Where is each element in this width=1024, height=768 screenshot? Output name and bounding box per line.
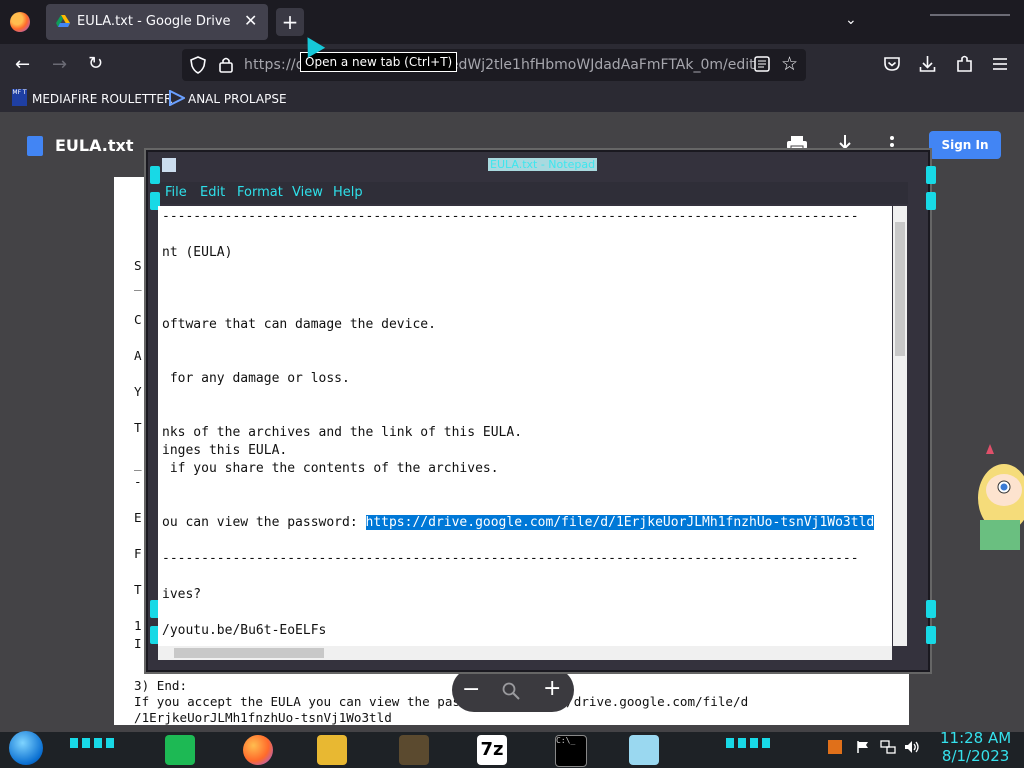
- tray-app-icon[interactable]: [828, 740, 842, 754]
- menu-edit[interactable]: Edit: [200, 185, 225, 200]
- volume-icon[interactable]: [904, 740, 920, 754]
- editor-line: nt (EULA): [162, 245, 233, 260]
- reload-button[interactable]: ↻: [88, 53, 103, 74]
- editor-line: for any damage or loss.: [162, 371, 350, 386]
- zoom-out-button[interactable]: −: [462, 677, 480, 702]
- menu-file[interactable]: File: [165, 185, 187, 200]
- window-controls[interactable]: [930, 14, 1010, 16]
- bookmark-anal-prolapse[interactable]: ANAL PROLAPSE: [188, 92, 287, 106]
- editor-line: ives?: [162, 587, 202, 602]
- zoom-magnifier-icon[interactable]: [502, 682, 520, 700]
- list-all-tabs-icon[interactable]: ⌄: [845, 12, 857, 28]
- minecraft-icon[interactable]: [399, 735, 429, 765]
- editor-line: ----------------------------------------…: [162, 551, 859, 566]
- editor-line: ou can view the password: https://drive.…: [162, 515, 875, 530]
- notepad-title: EULA.txt - Notepad: [488, 158, 598, 171]
- new-tab-tooltip: Open a new tab (Ctrl+T): [300, 52, 458, 72]
- horizontal-scroll-thumb[interactable]: [174, 648, 324, 658]
- menu-view[interactable]: View: [292, 185, 323, 200]
- clock-date: 8/1/2023: [941, 747, 1010, 765]
- bookmark-star-icon[interactable]: ☆: [781, 53, 798, 75]
- zoom-in-button[interactable]: +: [543, 676, 561, 701]
- taskbar: [0, 732, 1024, 768]
- downloads-icon[interactable]: [919, 55, 936, 73]
- network-icon[interactable]: [880, 740, 896, 754]
- url-prefix: https://d: [244, 57, 305, 73]
- notepad-taskbar-icon[interactable]: [629, 735, 659, 765]
- notepad-icon[interactable]: [162, 158, 176, 172]
- editor-line: oftware that can damage the device.: [162, 317, 436, 332]
- menu-help[interactable]: Help: [333, 185, 363, 200]
- taskbar-clock[interactable]: 11:28 AM 8/1/2023: [940, 729, 1011, 765]
- file-title: EULA.txt: [55, 136, 134, 155]
- editor-line: ----------------------------------------…: [162, 209, 859, 224]
- shield-icon[interactable]: [190, 56, 206, 74]
- mascot-character-image: [978, 444, 1024, 550]
- page-line: /1ErjkeUorJLMh1fnzhUo-tsnVj1Wo3tld: [134, 710, 392, 725]
- vertical-scroll-thumb[interactable]: [895, 222, 905, 356]
- text-editor[interactable]: ----------------------------------------…: [158, 206, 892, 646]
- editor-lines: ----------------------------------------…: [162, 208, 875, 640]
- tab-close-icon[interactable]: ✕: [244, 11, 257, 30]
- editor-line: /youtu.be/Bu6t-EoELFs: [162, 623, 327, 638]
- flag-icon[interactable]: [856, 740, 870, 754]
- editor-line: if you share the contents of the archive…: [162, 461, 499, 476]
- command-prompt-icon[interactable]: C:\_: [555, 735, 587, 767]
- 7zip-icon[interactable]: 7z: [477, 735, 507, 765]
- start-button[interactable]: [9, 731, 43, 765]
- lock-icon[interactable]: [219, 56, 233, 73]
- frame-led: [926, 192, 936, 210]
- firefox-icon[interactable]: [10, 12, 30, 32]
- spotify-icon[interactable]: [165, 735, 195, 765]
- menu-icon[interactable]: [992, 57, 1008, 71]
- page-line: If you accept the EULA you can view the …: [134, 694, 749, 709]
- bookmark-mediafire-rouletter[interactable]: MEDIAFIRE ROULETTER: [32, 92, 172, 106]
- back-button[interactable]: ←: [15, 54, 30, 75]
- pocket-icon[interactable]: [883, 56, 901, 72]
- frame-led: [926, 626, 936, 644]
- tab-title: EULA.txt - Google Drive: [77, 14, 231, 29]
- frame-led: [150, 166, 160, 184]
- extensions-icon[interactable]: [956, 55, 973, 73]
- frame-led: [926, 600, 936, 618]
- reader-view-icon[interactable]: [754, 56, 770, 72]
- menu-format[interactable]: Format: [237, 185, 283, 200]
- page-heading-end: 3) End:: [134, 678, 188, 693]
- frame-led: [926, 166, 936, 184]
- firefox-taskbar-icon[interactable]: [243, 735, 273, 765]
- editor-line: inges this EULA.: [162, 443, 288, 458]
- new-tab-button[interactable]: +: [276, 8, 304, 36]
- selected-password-link[interactable]: https://drive.google.com/file/d/1ErjkeUo…: [365, 515, 875, 530]
- url-suffix: 5edWj2tle1hfHbmoWJdadAaFmFTAk_0m/edit: [441, 57, 755, 73]
- google-drive-icon: [56, 15, 70, 27]
- mediafire-icon: MF T: [12, 89, 27, 106]
- file-explorer-icon[interactable]: [317, 735, 347, 765]
- sign-in-button[interactable]: Sign In: [929, 131, 1001, 159]
- forward-button[interactable]: →: [52, 54, 67, 75]
- taskbar-led-strip: [70, 738, 116, 748]
- taskbar-led-strip: [726, 738, 772, 748]
- editor-line: nks of the archives and the link of this…: [162, 425, 523, 440]
- bookmark-folder-icon: [169, 90, 185, 106]
- clock-time: 11:28 AM: [940, 729, 1012, 747]
- document-icon: [27, 136, 43, 156]
